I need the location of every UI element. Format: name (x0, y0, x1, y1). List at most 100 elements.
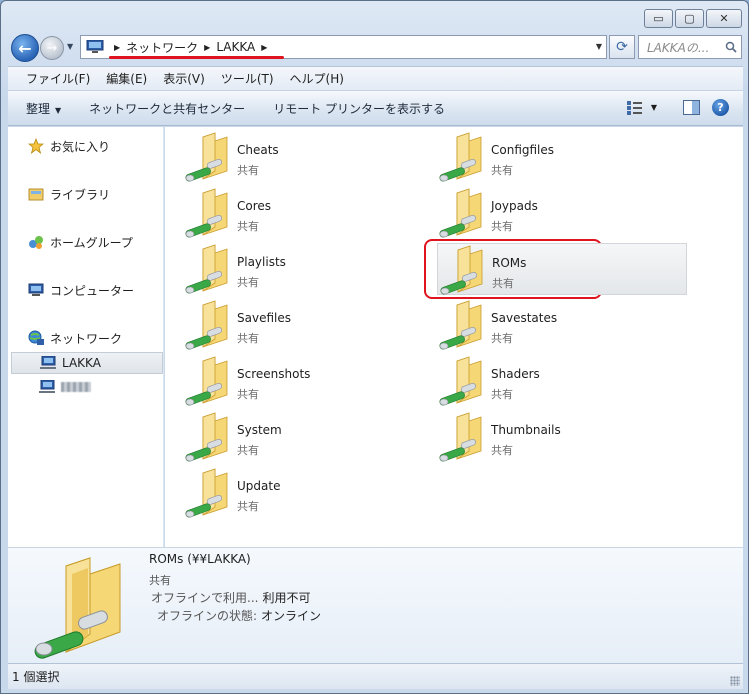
folder-tile[interactable]: Joypads 共有 (437, 187, 685, 239)
menu-view[interactable]: 表示(V) (163, 70, 205, 87)
nav-network[interactable]: ネットワーク (28, 328, 122, 348)
network-center-button[interactable]: ネットワークと共有センター (89, 100, 245, 117)
shared-folder-icon (439, 356, 482, 406)
folder-tile[interactable]: ROMs 共有 (437, 243, 687, 295)
folder-text: Thumbnails 共有 (487, 411, 561, 458)
menu-help[interactable]: ヘルプ(H) (290, 70, 344, 87)
shared-folder-icon (439, 300, 482, 350)
menu-bar: ファイル(F) 編集(E) 表示(V) ツール(T) ヘルプ(H) (8, 66, 743, 90)
nav-homegroup[interactable]: ホームグループ (28, 232, 133, 252)
folder-name: System (237, 423, 282, 437)
folder-name: Thumbnails (491, 423, 561, 437)
details-offline-row: オフラインで利用... 利用不可 (151, 589, 310, 606)
folder-text: Screenshots 共有 (233, 355, 310, 402)
resize-grip[interactable] (730, 676, 740, 686)
content-pane: Cheats 共有 Configfiles 共有 Cores 共有 Joypads 共有 Pla… (165, 127, 743, 547)
shared-folder-icon (185, 468, 228, 518)
folder-type: 共有 (491, 332, 513, 345)
folder-name: ROMs (492, 256, 527, 270)
view-options-button[interactable]: ▼ (626, 100, 657, 115)
folder-type: 共有 (491, 444, 513, 457)
address-dropdown-icon[interactable]: ▼ (596, 42, 602, 51)
nav-libraries[interactable]: ライブラリ (28, 184, 110, 204)
breadcrumb-separator[interactable]: ▶ (114, 43, 120, 52)
details-status-row: オフラインの状態: オンライン (157, 607, 321, 624)
menu-tools[interactable]: ツール(T) (221, 70, 274, 87)
folder-tile[interactable]: Thumbnails 共有 (437, 411, 685, 463)
breadcrumb-network[interactable]: ネットワーク (126, 39, 198, 56)
folder-text: Joypads 共有 (487, 187, 538, 234)
nav-other-computer[interactable] (11, 376, 163, 398)
folder-name: Update (237, 479, 281, 493)
folder-tile[interactable]: Configfiles 共有 (437, 131, 685, 183)
nav-homegroup-label: ホームグループ (50, 235, 133, 250)
annotation-underline (109, 56, 284, 59)
shared-folder-icon (185, 244, 228, 294)
shared-folder-icon (439, 132, 482, 182)
folder-text: Configfiles 共有 (487, 131, 554, 178)
nav-computer[interactable]: コンピューター (28, 280, 134, 300)
organize-button[interactable]: 整理 ▼ (26, 100, 61, 117)
details-status-value: オンライン (261, 609, 322, 623)
shared-folder-icon (185, 356, 228, 406)
network-computer-icon (39, 380, 55, 393)
recent-pages-dropdown[interactable]: ▼ (67, 42, 73, 51)
folder-tile[interactable]: Playlists 共有 (183, 243, 431, 295)
folder-type: 共有 (237, 500, 259, 513)
maximize-button[interactable]: ▢ (675, 9, 704, 28)
folder-tile[interactable]: Savestates 共有 (437, 299, 685, 351)
folder-type: 共有 (237, 444, 259, 457)
folder-name: Configfiles (491, 143, 555, 157)
folder-text: Shaders 共有 (487, 355, 540, 402)
forward-button[interactable]: → (40, 36, 64, 60)
folder-type: 共有 (491, 388, 513, 401)
preview-pane-icon[interactable] (683, 100, 700, 115)
folder-type: 共有 (237, 220, 259, 233)
details-pane: ROMs (¥¥LAKKA) 共有 オフラインで利用... 利用不可 オフラインの… (8, 547, 743, 663)
folder-type: 共有 (237, 332, 259, 345)
folder-name: Cores (237, 199, 272, 213)
nav-lakka[interactable]: LAKKA (11, 352, 163, 374)
library-icon (28, 188, 44, 201)
shared-folder-icon (440, 245, 483, 295)
breadcrumb-separator[interactable]: ▶ (204, 43, 210, 52)
details-title: ROMs (¥¥LAKKA) (149, 552, 251, 566)
arrow-right-icon: → (46, 40, 58, 56)
folder-tile[interactable]: Screenshots 共有 (183, 355, 431, 407)
folder-text: Savefiles 共有 (233, 299, 291, 346)
folder-name: Savefiles (237, 311, 291, 325)
search-placeholder: LAKKAの... (647, 40, 710, 55)
close-button[interactable]: ✕ (706, 9, 742, 28)
explorer-window: ▭ ▢ ✕ ← → ▼ ▶ ネットワーク ▶ LAKKA ▶ ▼ ⟳ LAKKA… (0, 0, 749, 694)
breadcrumb-separator[interactable]: ▶ (261, 43, 267, 52)
search-input[interactable]: LAKKAの... (638, 35, 742, 59)
folder-tile[interactable]: Update 共有 (183, 467, 431, 519)
shared-folder-icon (34, 557, 121, 659)
minimize-button[interactable]: ▭ (644, 9, 673, 28)
details-offline-label: オフラインで利用... (151, 591, 259, 605)
folder-tile[interactable]: Cheats 共有 (183, 131, 431, 183)
back-button[interactable]: ← (11, 34, 39, 62)
folder-type: 共有 (492, 277, 514, 290)
nav-network-label: ネットワーク (50, 331, 123, 346)
menu-edit[interactable]: 編集(E) (106, 70, 147, 87)
folder-text: ROMs 共有 (488, 244, 526, 291)
help-icon[interactable]: ? (712, 99, 729, 116)
chevron-down-icon: ▼ (55, 105, 62, 115)
folder-tile[interactable]: Savefiles 共有 (183, 299, 431, 351)
nav-favorites[interactable]: お気に入り (28, 136, 110, 156)
shared-folder-icon (185, 132, 228, 182)
folder-type: 共有 (237, 276, 259, 289)
folder-tile[interactable]: Shaders 共有 (437, 355, 685, 407)
folder-tile[interactable]: System 共有 (183, 411, 431, 463)
folder-type: 共有 (237, 388, 259, 401)
breadcrumb-lakka[interactable]: LAKKA (216, 40, 255, 54)
folder-tile[interactable]: Cores 共有 (183, 187, 431, 239)
remote-printers-button[interactable]: リモート プリンターを表示する (273, 100, 445, 117)
shared-folder-icon (439, 412, 482, 462)
refresh-button[interactable]: ⟳ (609, 35, 635, 59)
network-computer-icon (40, 356, 56, 369)
menu-file[interactable]: ファイル(F) (26, 70, 90, 87)
nav-computer-label: コンピューター (50, 283, 135, 298)
nav-favorites-label: お気に入り (50, 139, 111, 154)
